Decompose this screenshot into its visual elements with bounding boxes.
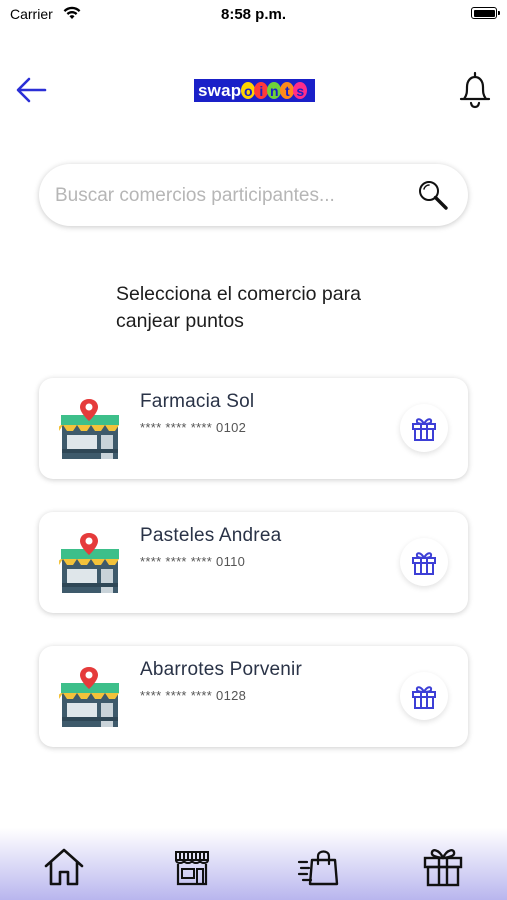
logo-letter: o: [241, 82, 256, 99]
gift-icon: [423, 849, 463, 887]
instruction-line: canjear puntos: [116, 310, 244, 332]
merchant-name: Farmacia Sol: [140, 391, 255, 412]
merchant-number: **** **** **** 0110: [140, 554, 246, 569]
redeem-button[interactable]: [400, 538, 448, 586]
instruction-text: Selecciona el comercio para canjear punt…: [116, 281, 416, 335]
merchant-name: Abarrotes Porvenir: [140, 659, 303, 680]
swapoints-logo: swap o i n t s: [194, 79, 315, 102]
notifications-button[interactable]: [455, 68, 495, 112]
header: swap o i n t s: [0, 60, 507, 120]
tab-stores[interactable]: [170, 844, 214, 888]
redeem-button[interactable]: [400, 672, 448, 720]
gift-icon: [412, 418, 436, 441]
shopping-bag-icon: [297, 850, 339, 886]
logo-letter: i: [254, 82, 269, 99]
store-location-icon: [59, 399, 119, 459]
tab-shopping[interactable]: [297, 844, 341, 888]
instruction-line: Selecciona el comercio para: [116, 283, 361, 305]
logo-letter: t: [280, 82, 295, 99]
tab-rewards[interactable]: [421, 844, 465, 888]
battery-icon: [471, 7, 500, 19]
merchant-card[interactable]: Farmacia Sol **** **** **** 0102: [39, 378, 468, 479]
clock: 8:58 p.m.: [220, 6, 287, 23]
redeem-button[interactable]: [400, 404, 448, 452]
gift-icon: [412, 552, 436, 575]
search-bar: [39, 164, 468, 226]
logo-letters: o i n t s: [241, 82, 308, 99]
bottom-tab-bar: [0, 840, 507, 900]
search-input[interactable]: [53, 176, 407, 216]
logo-text: swap: [198, 80, 242, 100]
magnifier-icon[interactable]: [416, 178, 450, 212]
bell-icon: [459, 71, 491, 109]
store-location-icon: [59, 533, 119, 593]
merchant-card[interactable]: Pasteles Andrea **** **** **** 0110: [39, 512, 468, 613]
status-bar: Carrier 8:58 p.m.: [0, 0, 507, 28]
merchant-number: **** **** **** 0128: [140, 688, 247, 703]
home-icon: [44, 848, 84, 886]
merchant-card[interactable]: Abarrotes Porvenir **** **** **** 0128: [39, 646, 468, 747]
store-location-icon: [59, 667, 119, 727]
gift-icon: [412, 686, 436, 709]
tab-home[interactable]: [42, 844, 86, 888]
arrow-left-icon: [16, 77, 47, 103]
store-icon: [175, 851, 209, 886]
logo-letter: n: [267, 82, 282, 99]
back-button[interactable]: [14, 72, 50, 108]
logo-letter: s: [293, 82, 308, 99]
merchant-number: **** **** **** 0102: [140, 420, 247, 435]
merchant-name: Pasteles Andrea: [140, 525, 282, 546]
